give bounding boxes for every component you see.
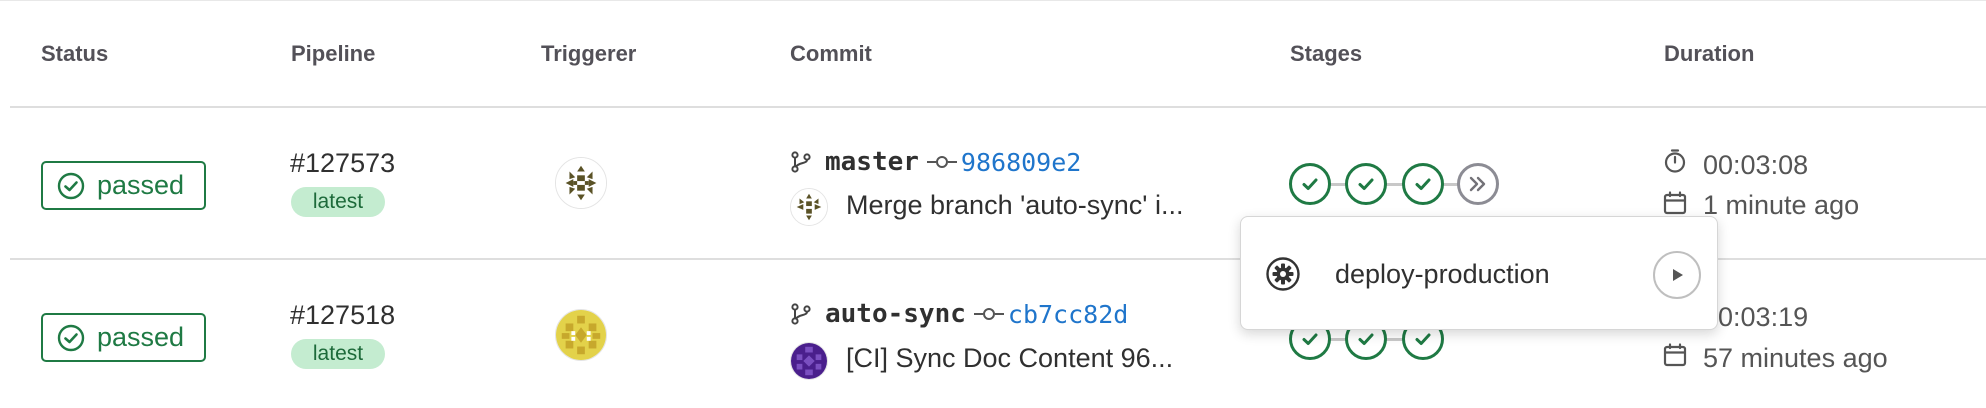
stage-manual[interactable] bbox=[1457, 163, 1499, 205]
status-label: passed bbox=[97, 322, 185, 352]
header-triggerer: Triggerer bbox=[541, 41, 637, 66]
gear-icon bbox=[1266, 257, 1300, 291]
header-status: Status bbox=[41, 41, 109, 66]
commit-author-avatar[interactable] bbox=[790, 188, 828, 226]
check-icon bbox=[1358, 333, 1374, 345]
commit-message-link[interactable]: [CI] Sync Doc Content 96... bbox=[846, 343, 1173, 374]
commit-sha-link[interactable]: 986809e2 bbox=[961, 148, 1081, 177]
finished-time: 1 minute ago bbox=[1703, 190, 1860, 220]
check-icon bbox=[1358, 178, 1374, 190]
check-circle-icon bbox=[57, 172, 85, 199]
pipeline-id-link[interactable]: #127518 bbox=[290, 300, 395, 331]
commit-message-link[interactable]: Merge branch 'auto-sync' i... bbox=[846, 190, 1183, 221]
latest-badge: latest bbox=[291, 339, 385, 369]
status-label: passed bbox=[97, 170, 185, 200]
commit-sha-link[interactable]: cb7cc82d bbox=[1008, 300, 1128, 329]
play-icon bbox=[1673, 269, 1683, 281]
check-icon bbox=[1415, 178, 1431, 190]
triggerer-avatar[interactable] bbox=[555, 309, 607, 361]
stage-jobs-popover: deploy-production bbox=[1240, 216, 1718, 330]
check-icon bbox=[1415, 333, 1431, 345]
duration-value: 00:03:19 bbox=[1703, 302, 1809, 332]
check-icon bbox=[1302, 178, 1318, 190]
commit-icon bbox=[926, 156, 957, 168]
pipelines-table: Status Pipeline Triggerer Commit Stages … bbox=[0, 0, 1986, 408]
triggerer-avatar[interactable] bbox=[555, 157, 607, 209]
status-badge[interactable]: passed bbox=[41, 161, 206, 210]
header-stages: Stages bbox=[1290, 41, 1363, 66]
identicon-avatar bbox=[556, 310, 606, 360]
calendar-icon bbox=[1663, 191, 1687, 215]
header-commit: Commit bbox=[790, 41, 872, 66]
header-pipeline: Pipeline bbox=[291, 41, 376, 66]
identicon-avatar bbox=[791, 189, 827, 225]
timer-icon bbox=[1664, 149, 1686, 173]
header-duration: Duration bbox=[1664, 41, 1755, 66]
identicon-avatar bbox=[556, 158, 606, 208]
play-job-button[interactable] bbox=[1653, 251, 1701, 299]
commit-author-avatar[interactable] bbox=[790, 342, 828, 380]
table-top-border bbox=[0, 0, 1986, 1]
check-icon bbox=[1302, 333, 1318, 345]
duration-value: 00:03:08 bbox=[1703, 150, 1809, 180]
finished-time: 57 minutes ago bbox=[1703, 343, 1888, 373]
commit-icon bbox=[973, 308, 1004, 320]
chevron-double-right-icon bbox=[1469, 176, 1486, 192]
check-circle-icon bbox=[57, 324, 85, 351]
pipeline-id-link[interactable]: #127573 bbox=[290, 148, 395, 179]
stage-passed[interactable] bbox=[1345, 163, 1387, 205]
stage-passed[interactable] bbox=[1402, 163, 1444, 205]
commit-ref: master 986809e2 bbox=[789, 145, 1081, 179]
branch-icon bbox=[791, 151, 811, 173]
commit-ref: auto-sync cb7cc82d bbox=[789, 297, 1128, 331]
branch-link[interactable]: master bbox=[825, 147, 919, 177]
calendar-icon bbox=[1663, 343, 1687, 367]
identicon-avatar bbox=[791, 343, 827, 379]
stage-passed[interactable] bbox=[1289, 163, 1331, 205]
job-name-link[interactable]: deploy-production bbox=[1335, 259, 1550, 290]
status-badge[interactable]: passed bbox=[41, 313, 206, 362]
branch-link[interactable]: auto-sync bbox=[825, 299, 966, 329]
latest-badge: latest bbox=[291, 187, 385, 217]
branch-icon bbox=[791, 303, 811, 325]
